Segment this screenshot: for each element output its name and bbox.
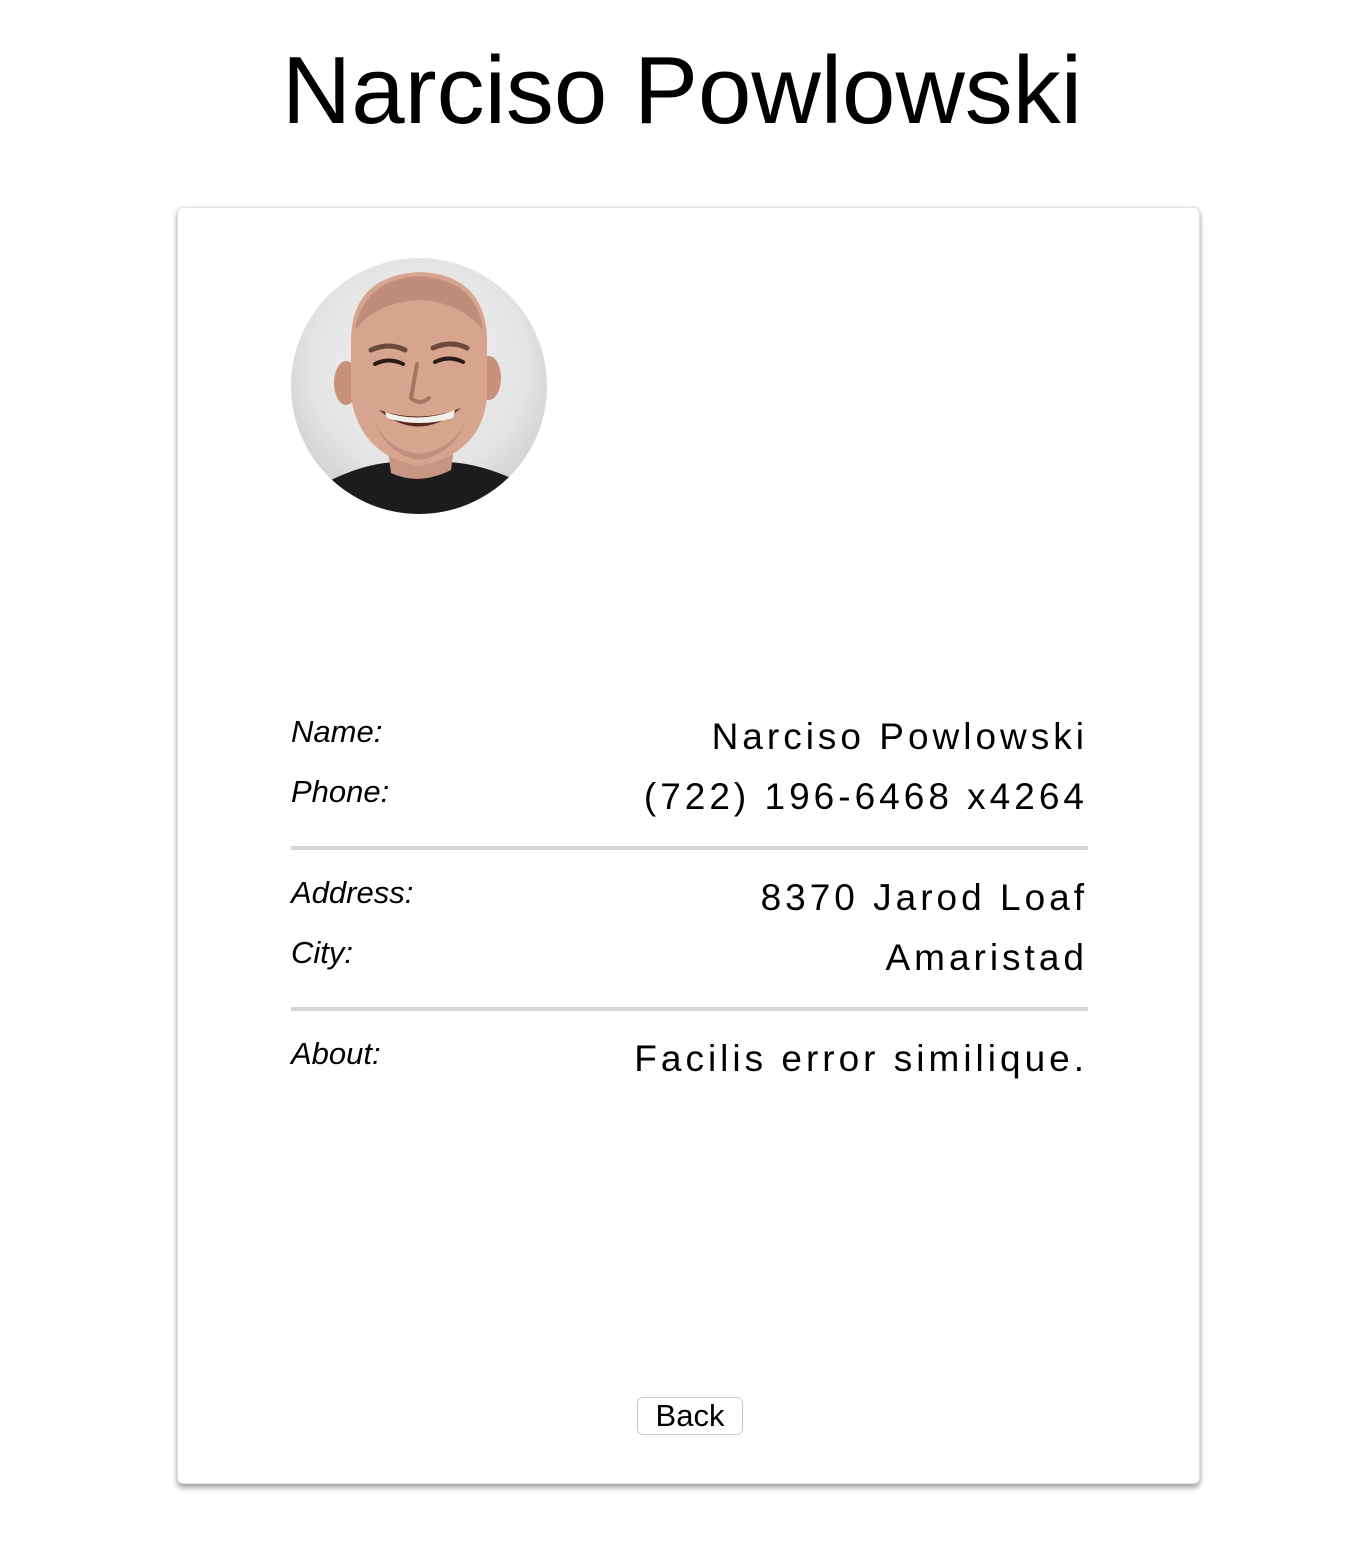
address-value: 8370 Jarod Loaf [760,877,1088,918]
about-value: Facilis error similique. [634,1038,1088,1079]
address-label: Address: [291,875,414,910]
city-value: Amaristad [885,937,1088,978]
about-label: About: [291,1036,381,1071]
city-row: City: Amaristad [291,933,1088,993]
profile-details: Name: Narciso Powlowski Phone: (722) 196… [291,712,1088,1094]
name-label: Name: [291,714,383,749]
about-row: About: Facilis error similique. [291,1034,1088,1094]
profile-card: Name: Narciso Powlowski Phone: (722) 196… [177,207,1200,1484]
name-value: Narciso Powlowski [711,716,1088,757]
avatar-photo [311,272,531,514]
divider [291,1007,1088,1011]
divider [291,846,1088,850]
phone-value: (722) 196-6468 x4264 [643,776,1088,817]
address-row: Address: 8370 Jarod Loaf [291,873,1088,933]
name-row: Name: Narciso Powlowski [291,712,1088,772]
city-label: City: [291,935,353,970]
page-title: Narciso Powlowski [281,37,1083,144]
avatar [291,258,547,514]
back-button[interactable]: Back [637,1397,743,1435]
phone-label: Phone: [291,774,390,809]
phone-row: Phone: (722) 196-6468 x4264 [291,772,1088,832]
